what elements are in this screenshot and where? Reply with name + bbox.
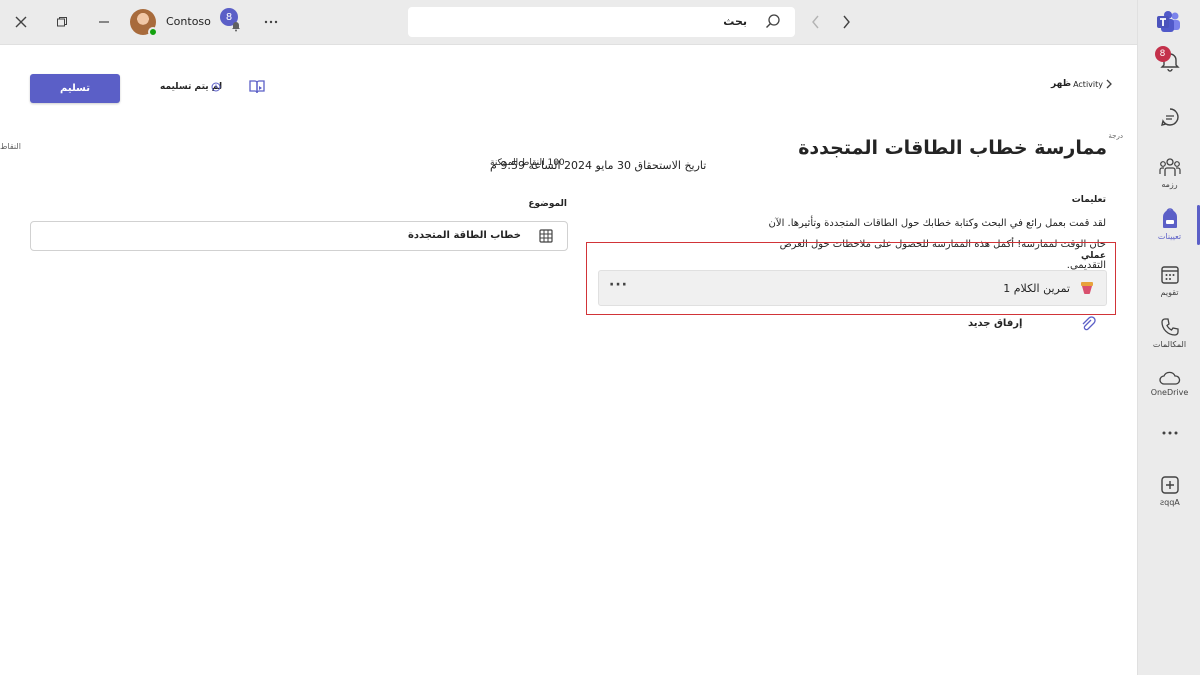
org-name[interactable]: Contoso — [166, 15, 211, 28]
rail-item-more[interactable] — [1138, 430, 1200, 436]
topic-heading: الموضوع — [528, 199, 567, 209]
rail-item-calls[interactable]: المكالمات — [1138, 316, 1200, 349]
instructions-heading: تعليمات — [1071, 195, 1106, 205]
rail-item-calendar[interactable]: تقويم — [1138, 264, 1200, 297]
assignment-title: ممارسة خطاب الطاقات المتجددة — [798, 137, 1107, 159]
forward-arrow-icon[interactable] — [834, 10, 858, 34]
grid-icon — [539, 229, 553, 243]
chat-icon — [1160, 108, 1179, 126]
rail-item-teams[interactable]: رزمه — [1138, 156, 1200, 189]
activity-tag: Activity — [1073, 79, 1103, 89]
assignment-panel: تسليم لم يتم تسليمه Activity ظهر درجة ال… — [0, 45, 1137, 675]
close-icon[interactable] — [7, 8, 35, 36]
rail-item-apps[interactable]: Apps — [1138, 474, 1200, 507]
search-icon — [766, 14, 780, 28]
app-rail: 8 رزمه تعيينات تقويم المكالمات OneDrive — [1137, 0, 1200, 675]
add-apps-icon — [1160, 476, 1179, 494]
more-horizontal-icon — [1162, 431, 1177, 435]
work-file-name: تمرين الكلام 1 — [1003, 282, 1070, 295]
backpack-icon — [1162, 208, 1177, 228]
restore-icon[interactable] — [48, 8, 76, 36]
minimize-icon[interactable] — [90, 8, 118, 36]
rail-label-teams: رزمه — [1161, 180, 1178, 189]
activity-count-badge: 8 — [1154, 46, 1171, 62]
title-bar: Contoso 8 بحث — [0, 0, 1137, 45]
my-work-heading: عملي — [1081, 251, 1106, 261]
notifications-button[interactable]: 8 — [220, 8, 246, 36]
points-possible: 100 النقاط الممكنة — [490, 158, 565, 168]
attach-new-button[interactable]: إرفاق جديد — [968, 318, 1022, 329]
submit-button[interactable]: تسليم — [30, 74, 120, 103]
teams-window: Contoso 8 بحث 8 رزمه تعيينات تقويم المكا… — [0, 0, 1200, 675]
back-arrow-icon[interactable] — [804, 10, 828, 34]
presence-available-icon — [148, 27, 158, 37]
clock-icon — [211, 82, 221, 92]
grade-tag: درجة — [1108, 132, 1123, 140]
rail-item-onedrive[interactable]: OneDrive — [1138, 370, 1200, 397]
onedrive-icon — [1158, 371, 1180, 385]
rail-label-calls: المكالمات — [1152, 340, 1187, 349]
phone-icon — [1160, 318, 1179, 336]
search-placeholder: بحث — [723, 15, 747, 28]
topic-value: خطاب الطاقة المتجددة — [408, 230, 521, 241]
work-file-card[interactable]: تمرين الكلام 1 ··· — [598, 270, 1107, 306]
immersive-reader-icon[interactable] — [248, 78, 266, 96]
people-icon — [1158, 158, 1181, 176]
points-label: النقاط — [0, 142, 21, 151]
speaker-progress-icon — [1081, 282, 1093, 294]
back-button[interactable]: Activity ظهر — [1051, 79, 1113, 89]
rail-item-chat[interactable] — [1138, 106, 1200, 128]
search-input[interactable]: بحث — [408, 7, 795, 37]
rail-label-apps: Apps — [1159, 498, 1180, 507]
calendar-icon — [1160, 266, 1179, 284]
more-options-icon[interactable]: ··· — [609, 277, 628, 293]
back-label: ظهر — [1051, 79, 1072, 89]
teams-logo-icon — [1157, 11, 1180, 32]
avatar[interactable] — [130, 9, 158, 37]
rail-label-onedrive: OneDrive — [1150, 388, 1189, 397]
more-options-icon[interactable] — [257, 8, 285, 36]
rail-item-activity[interactable]: 8 — [1138, 46, 1200, 72]
back-chevron-icon — [1106, 79, 1112, 89]
rail-item-assignments[interactable]: تعيينات — [1138, 208, 1200, 241]
bell-small-icon — [232, 22, 240, 32]
paperclip-icon[interactable] — [1080, 316, 1096, 332]
topic-field[interactable]: خطاب الطاقة المتجددة — [30, 221, 568, 251]
rail-label-calendar: تقويم — [1160, 288, 1179, 297]
rail-label-assignments: تعيينات — [1157, 232, 1182, 241]
